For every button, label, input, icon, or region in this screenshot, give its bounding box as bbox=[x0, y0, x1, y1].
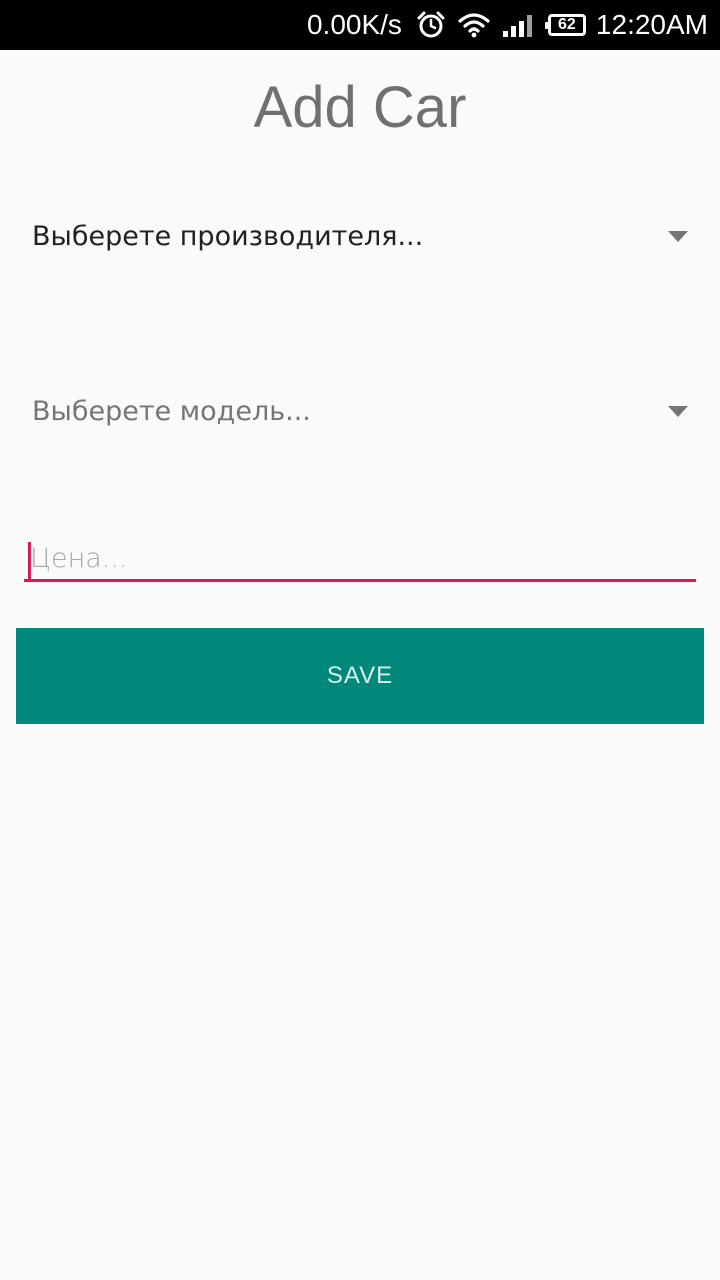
dropdown-arrow-icon bbox=[668, 405, 688, 417]
text-cursor bbox=[28, 542, 31, 582]
page-title: Add Car bbox=[253, 75, 467, 140]
battery-icon: 62 bbox=[544, 14, 586, 36]
price-input-underline bbox=[24, 579, 696, 582]
price-field bbox=[24, 536, 696, 582]
model-spinner-label: Выберете модель... bbox=[32, 395, 311, 427]
wifi-icon bbox=[458, 12, 490, 38]
signal-icon bbox=[502, 12, 536, 38]
dropdown-arrow-icon bbox=[668, 230, 688, 242]
manufacturer-spinner-label: Выберете производителя... bbox=[32, 220, 424, 252]
status-bar: 0.00K/s 62 12:20AM bbox=[0, 0, 720, 50]
clock: 12:20AM bbox=[595, 9, 708, 40]
battery-level: 62 bbox=[558, 16, 576, 33]
price-input[interactable] bbox=[24, 536, 696, 580]
save-button[interactable]: SAVE bbox=[16, 628, 704, 724]
network-speed: 0.00K/s bbox=[306, 9, 402, 40]
alarm-icon bbox=[416, 10, 446, 40]
manufacturer-spinner[interactable]: Выберете производителя... bbox=[16, 196, 704, 276]
model-spinner[interactable]: Выберете модель... bbox=[16, 371, 704, 451]
